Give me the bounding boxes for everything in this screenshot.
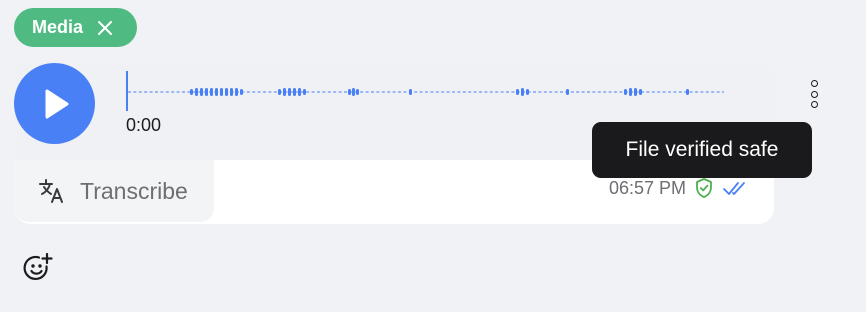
waveform-bar xyxy=(352,88,355,96)
audio-waveform[interactable] xyxy=(126,71,726,111)
double-check-icon xyxy=(723,182,745,195)
transcribe-label: Transcribe xyxy=(80,177,188,204)
waveform-bar xyxy=(624,89,627,95)
waveform-bar xyxy=(639,89,642,95)
media-filter-chip[interactable]: Media xyxy=(14,8,137,47)
waveform-bar xyxy=(348,89,351,95)
waveform-bar xyxy=(220,88,223,96)
waveform-bar xyxy=(205,88,208,96)
waveform-bar xyxy=(303,89,306,95)
close-icon[interactable] xyxy=(97,20,113,36)
waveform-bar xyxy=(516,89,519,95)
waveform-bar xyxy=(409,89,412,95)
waveform-bar xyxy=(230,88,233,96)
waveform-bar xyxy=(225,88,228,96)
add-emoji-icon xyxy=(23,252,53,281)
waveform-bar xyxy=(240,89,243,95)
waveform-bar xyxy=(210,88,213,96)
waveform-bar xyxy=(278,89,281,95)
waveform-bar xyxy=(215,88,218,96)
waveform-bar xyxy=(521,88,524,96)
waveform-bar xyxy=(235,88,238,96)
waveform-bar xyxy=(356,89,359,95)
waveform-bar xyxy=(293,88,296,96)
waveform-bar xyxy=(200,88,203,96)
waveform-bar xyxy=(190,89,193,95)
waveform-bar xyxy=(283,88,286,96)
waveform-bar xyxy=(298,88,301,96)
play-button[interactable] xyxy=(14,63,95,144)
shield-check-icon[interactable] xyxy=(694,177,714,199)
add-reaction-button[interactable] xyxy=(22,252,54,284)
waveform-bar xyxy=(195,88,198,96)
waveform-bar xyxy=(566,89,569,95)
waveform-bar xyxy=(686,89,689,95)
waveform-bar xyxy=(526,89,529,95)
transcribe-button[interactable]: Transcribe xyxy=(14,160,214,222)
media-chip-label: Media xyxy=(32,17,84,37)
translate-icon xyxy=(39,179,63,203)
verified-tooltip: File verified safe xyxy=(592,122,812,178)
playback-time: 0:00 xyxy=(126,115,162,135)
more-options-icon[interactable] xyxy=(807,80,821,108)
message-timestamp: 06:57 PM xyxy=(608,177,686,198)
waveform-bar xyxy=(629,88,632,96)
message-meta: 06:57 PM xyxy=(609,177,752,199)
waveform-bar xyxy=(288,88,291,96)
waveform-bar xyxy=(634,88,637,96)
play-icon xyxy=(45,89,68,118)
